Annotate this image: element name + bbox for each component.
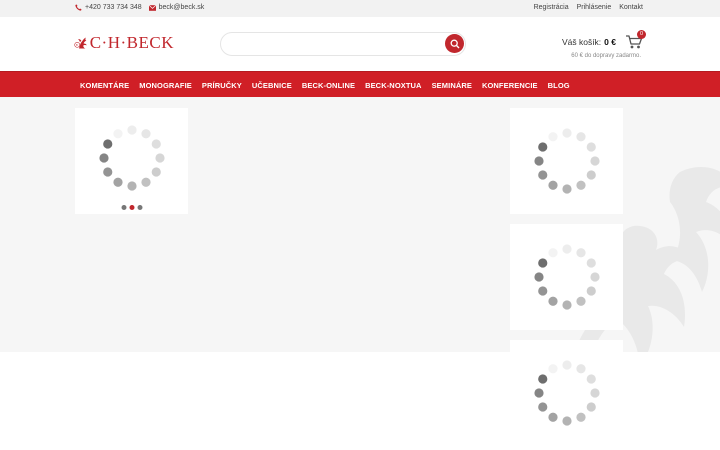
spinner-dot <box>561 128 572 138</box>
spinner-dot <box>547 412 558 422</box>
site-header: B C·H·BECK Váš košík: 0 € 0 60 € do dopr… <box>0 17 720 71</box>
spinner-dot <box>586 402 596 412</box>
main-navigation: KOMENTÁRE MONOGRAFIE PRÍRUČKY UČEBNICE B… <box>0 71 720 97</box>
spinner-dot <box>537 258 547 268</box>
loading-spinner-icon <box>533 360 600 426</box>
spinner-dot <box>586 142 596 152</box>
nav-item-komentare[interactable]: KOMENTÁRE <box>75 81 134 90</box>
spinner-dot <box>547 248 558 258</box>
cart-icon-wrap[interactable]: 0 <box>625 30 646 50</box>
nav-item-ucebnice[interactable]: UČEBNICE <box>247 81 297 90</box>
spinner-dot <box>561 360 572 370</box>
cart-label: Váš košík: <box>561 37 602 47</box>
spinner-dot <box>586 286 596 296</box>
spinner-dot <box>586 170 596 180</box>
spinner-dot <box>586 374 596 384</box>
spinner-dot <box>533 272 544 282</box>
spinner-dot <box>537 402 547 412</box>
spinner-dot <box>154 153 165 163</box>
search-button[interactable] <box>445 34 464 53</box>
spinner-dot <box>126 181 137 191</box>
nav-item-blog[interactable]: BLOG <box>543 81 575 90</box>
loading-spinner-icon <box>533 128 600 194</box>
spinner-dot <box>151 167 161 177</box>
nav-item-prirucky[interactable]: PRÍRUČKY <box>197 81 247 90</box>
spinner-dot <box>533 388 544 398</box>
spinner-dot <box>575 412 586 422</box>
search-icon <box>450 39 459 48</box>
nav-item-beck-noxtua[interactable]: BECK-NOXTUA <box>360 81 427 90</box>
spinner-dot <box>112 177 123 187</box>
spinner-dot <box>98 153 109 163</box>
nav-item-monografie[interactable]: MONOGRAFIE <box>134 81 197 90</box>
spinner-dot <box>547 132 558 142</box>
spinner-dot <box>547 180 558 190</box>
spinner-dot <box>533 156 544 166</box>
phone-icon <box>75 4 82 11</box>
spinner-dot <box>102 167 112 177</box>
loading-spinner-icon <box>533 244 600 310</box>
login-link[interactable]: Prihlásenie <box>577 4 612 11</box>
contact-info: +420 733 734 348 beck@beck.sk <box>75 4 204 11</box>
phone-contact[interactable]: +420 733 734 348 <box>75 4 142 11</box>
side-banner-1[interactable] <box>510 108 623 214</box>
spinner-dot <box>575 132 586 142</box>
spinner-dot <box>140 128 151 139</box>
slider-dots <box>121 205 142 210</box>
spinner-dot <box>112 128 123 139</box>
slider-dot[interactable] <box>137 205 142 210</box>
griffin-logo-icon: B <box>74 37 87 49</box>
spinner-dot <box>586 258 596 268</box>
spinner-dot <box>102 139 112 149</box>
cart-summary[interactable]: Váš košík: 0 € 0 60 € do dopravy zadarmo… <box>561 30 646 59</box>
spinner-dot <box>575 296 586 306</box>
contact-link[interactable]: Kontakt <box>619 4 643 11</box>
spinner-dot <box>561 244 572 254</box>
phone-text: +420 733 734 348 <box>85 4 142 11</box>
loading-spinner-icon <box>98 125 165 191</box>
featured-slider[interactable] <box>75 108 188 214</box>
spinner-dot <box>140 177 151 187</box>
spinner-dot <box>561 300 572 310</box>
side-banner-3[interactable] <box>510 340 623 446</box>
spinner-dot <box>561 416 572 426</box>
spinner-dot <box>547 364 558 374</box>
search-input[interactable] <box>231 38 431 52</box>
nav-item-seminare[interactable]: SEMINÁRE <box>427 81 477 90</box>
logo-text: C·H·BECK <box>89 33 174 52</box>
spinner-dot <box>589 272 600 282</box>
spinner-dot <box>151 139 161 149</box>
cart-count-badge: 0 <box>637 30 646 39</box>
search-box[interactable] <box>220 32 466 56</box>
email-text: beck@beck.sk <box>158 4 205 11</box>
spinner-dot <box>575 248 586 258</box>
spinner-dot <box>537 286 547 296</box>
nav-item-konferencie[interactable]: KONFERENCIE <box>477 81 543 90</box>
spinner-dot <box>537 142 547 152</box>
nav-item-beck-online[interactable]: BECK-ONLINE <box>297 81 360 90</box>
spinner-dot <box>537 170 547 180</box>
spinner-dot <box>561 184 572 194</box>
account-links: Registrácia Prihlásenie Kontakt <box>534 4 643 11</box>
shipping-note: 60 € do dopravy zadarmo. <box>571 53 641 59</box>
spinner-dot <box>126 125 137 135</box>
spinner-dot <box>575 364 586 374</box>
top-bar: +420 733 734 348 beck@beck.sk Registráci… <box>0 0 720 17</box>
spinner-dot <box>575 180 586 190</box>
spinner-dot <box>547 296 558 306</box>
register-link[interactable]: Registrácia <box>534 4 569 11</box>
spinner-dot <box>589 388 600 398</box>
cart-total: 0 € <box>604 37 616 47</box>
slider-dot-active[interactable] <box>129 205 134 210</box>
spinner-dot <box>537 374 547 384</box>
email-contact[interactable]: beck@beck.sk <box>148 4 205 11</box>
side-banner-2[interactable] <box>510 224 623 330</box>
spinner-dot <box>589 156 600 166</box>
slider-dot[interactable] <box>121 205 126 210</box>
svg-text:B: B <box>76 44 78 47</box>
site-logo[interactable]: B C·H·BECK <box>74 27 174 59</box>
mail-icon <box>148 4 156 11</box>
